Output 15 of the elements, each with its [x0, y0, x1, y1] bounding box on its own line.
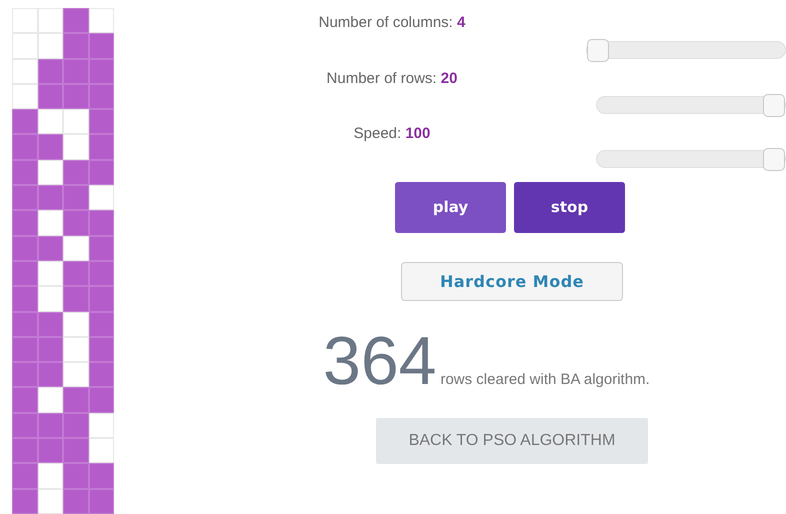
setting-label: Number of rows: 20 — [326, 69, 458, 89]
score-text: rows cleared with BA algorithm. — [440, 370, 650, 390]
score-count: 364 — [323, 331, 436, 391]
slider-thumb[interactable] — [587, 39, 609, 62]
setting-label: Speed: 100 — [352, 124, 432, 144]
setting-label: Number of columns: 4 — [318, 13, 466, 33]
stop-button[interactable]: stop — [514, 182, 625, 233]
play-button[interactable]: play — [395, 182, 506, 233]
slider[interactable] — [596, 96, 786, 114]
back-button[interactable]: BACK TO PSO ALGORITHM — [376, 418, 648, 464]
slider-thumb[interactable] — [763, 148, 785, 171]
hardcore-mode-button[interactable]: Hardcore Mode — [401, 262, 623, 301]
slider[interactable] — [596, 150, 786, 168]
slider-thumb[interactable] — [763, 94, 785, 117]
slider[interactable] — [586, 41, 786, 59]
